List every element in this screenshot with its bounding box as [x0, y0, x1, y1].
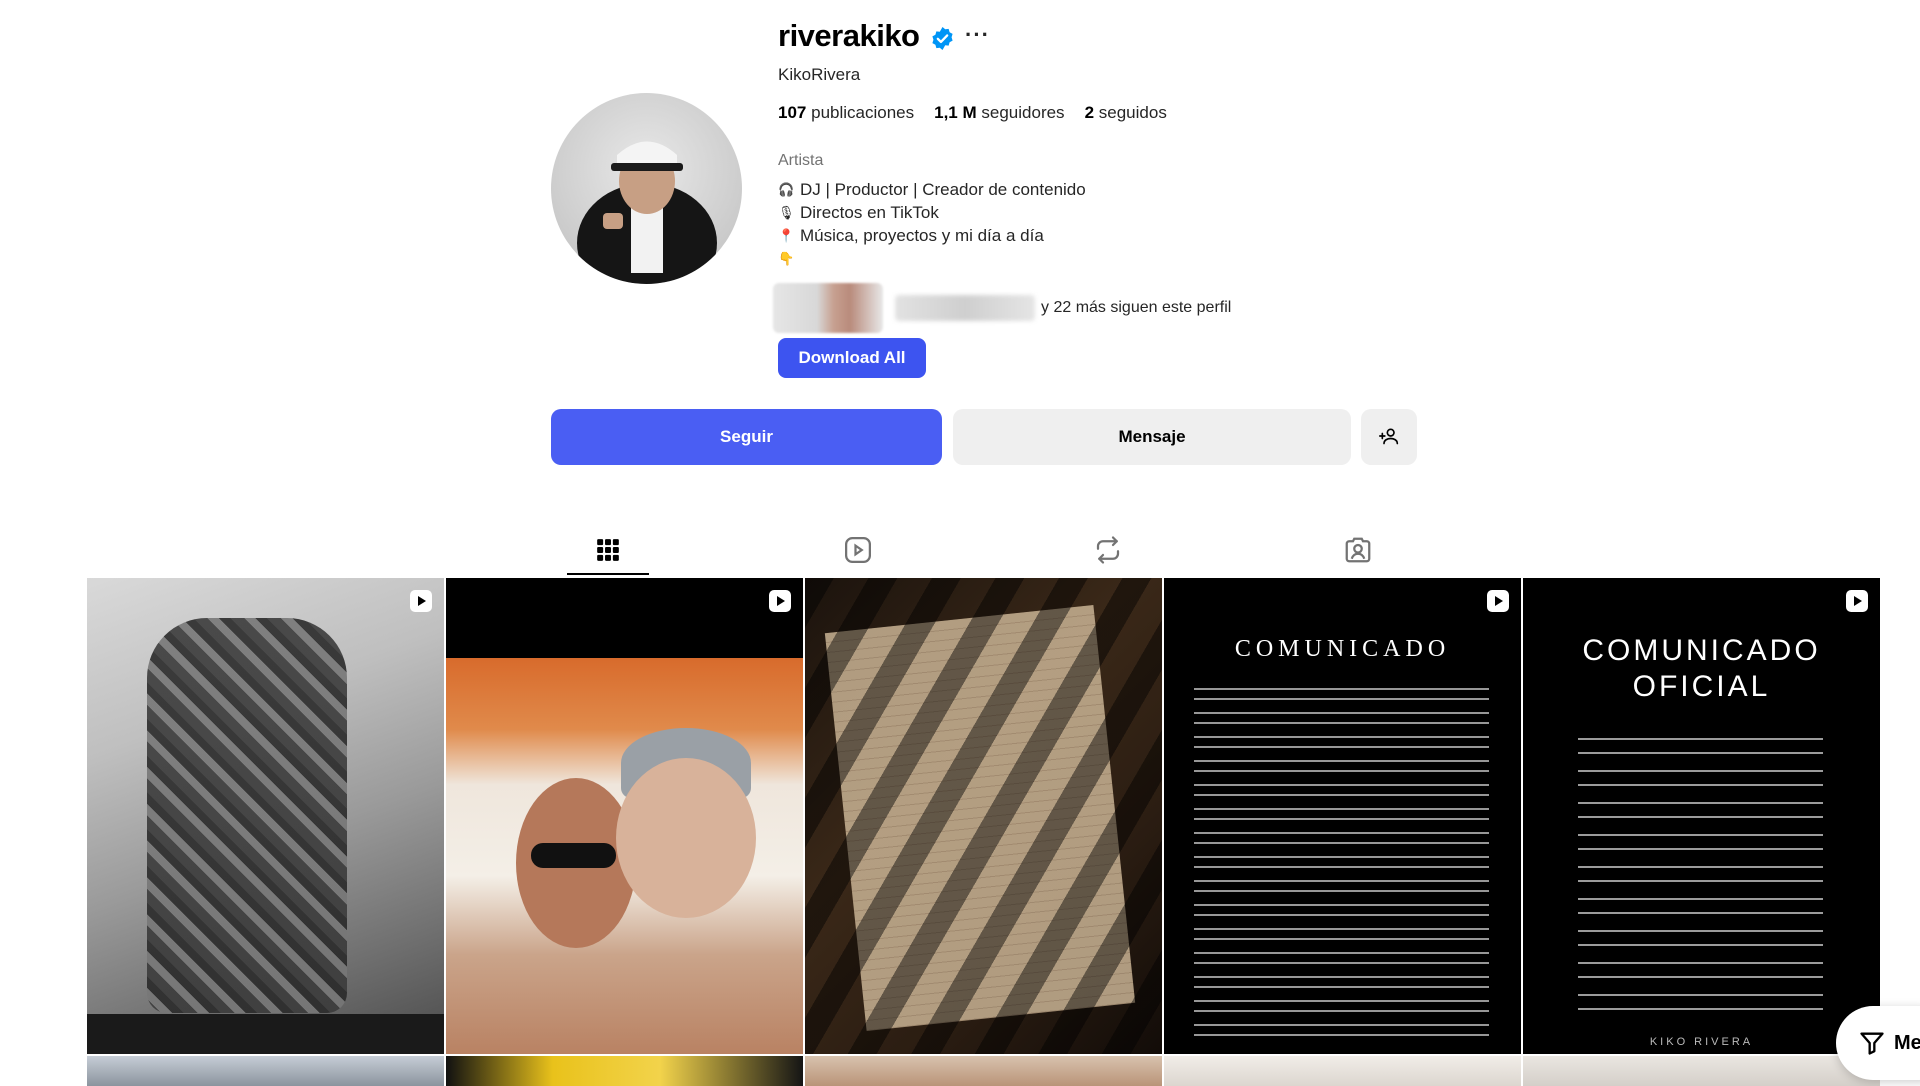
post-tile[interactable]: [1164, 1056, 1521, 1086]
bio-line: 🎙 Directos en TikTok: [778, 203, 939, 222]
profile-avatar[interactable]: [551, 93, 742, 284]
post-signature: KIKO RIVERA: [1649, 1036, 1754, 1048]
follower-names-blurred: [895, 295, 1035, 321]
reel-icon: [769, 590, 791, 612]
post-text-lines: [1578, 738, 1823, 1018]
profile-stats: 107 publicaciones 1,1 M seguidores 2 seg…: [778, 103, 1167, 123]
profile-category: Artista: [778, 152, 824, 169]
bio-line: 📍 Música, proyectos y mi día a día: [778, 226, 1044, 245]
post-title-line: COMUNICADO: [1582, 634, 1821, 667]
stat-posts[interactable]: 107 publicaciones: [778, 103, 914, 123]
tab-reels[interactable]: [733, 525, 983, 575]
suggest-user-button[interactable]: [1361, 409, 1417, 465]
tagged-icon: [1345, 537, 1371, 563]
stat-followers[interactable]: 1,1 M seguidores: [934, 103, 1064, 123]
post-text-lines: [1194, 688, 1489, 1038]
post-tile[interactable]: [446, 1056, 803, 1086]
post-image-person: [616, 758, 756, 918]
active-tab-indicator: [567, 573, 649, 575]
follower-avatars-blurred: [773, 283, 883, 333]
bio-line: 👇: [778, 247, 1086, 270]
reel-icon: [1487, 590, 1509, 612]
follow-button[interactable]: Seguir: [551, 409, 942, 465]
post-title: COMUNICADO: [1234, 636, 1451, 662]
followed-by-row[interactable]: y 22 más siguen este perfil: [773, 283, 1231, 333]
post-image-floor: [87, 1014, 444, 1054]
pin-icon: 📍: [778, 228, 795, 243]
post-tile[interactable]: [87, 578, 444, 1054]
profile-full-name: KikoRivera: [778, 65, 861, 84]
floating-filter-label: Me: [1894, 1031, 1920, 1054]
reel-icon: [410, 590, 432, 612]
post-title: COMUNICADO OFICIAL: [1523, 633, 1880, 705]
tab-tagged[interactable]: [1233, 525, 1483, 575]
bio-line: 🎧 DJ | Productor | Creador de contenido: [778, 180, 1086, 199]
post-tile[interactable]: [87, 1056, 444, 1086]
message-button[interactable]: Mensaje: [953, 409, 1351, 465]
add-user-icon: [1379, 428, 1399, 444]
stat-following[interactable]: 2 seguidos: [1085, 103, 1167, 123]
reel-icon: [1846, 590, 1868, 612]
microphone-icon: 🎙: [778, 205, 795, 220]
headphones-icon: 🎧: [778, 182, 795, 197]
floating-filter-button[interactable]: Me: [1836, 1006, 1920, 1080]
posts-grid: COMUNICADO COMUNICADO OFICIAL KIKO RIVER…: [87, 578, 1880, 1086]
download-all-button[interactable]: Download All: [778, 338, 926, 378]
post-tile[interactable]: [805, 1056, 1162, 1086]
reels-icon: [845, 537, 871, 563]
post-image: [147, 618, 347, 1013]
filter-icon: [1860, 1032, 1884, 1055]
tab-reposts[interactable]: [983, 525, 1233, 575]
post-tile[interactable]: [805, 578, 1162, 1054]
post-title-line: OFICIAL: [1632, 670, 1771, 703]
post-tile[interactable]: COMUNICADO: [1164, 578, 1521, 1054]
grid-icon: [597, 539, 619, 561]
post-tile[interactable]: [446, 578, 803, 1054]
post-tile[interactable]: COMUNICADO OFICIAL KIKO RIVERA: [1523, 578, 1880, 1054]
more-options-icon[interactable]: ···: [965, 22, 990, 48]
post-image-shadow: [805, 578, 1162, 1054]
post-tile[interactable]: [1523, 1056, 1880, 1086]
followed-by-text: y 22 más siguen este perfil: [1041, 299, 1232, 316]
pointing-down-icon: 👇: [778, 251, 795, 266]
post-image-sunglasses: [531, 843, 616, 868]
reposts-icon: [1096, 536, 1120, 564]
profile-bio: 🎧 DJ | Productor | Creador de contenido …: [778, 178, 1086, 270]
profile-username: riverakiko: [778, 18, 920, 53]
verified-badge-icon: [932, 27, 953, 50]
tab-posts[interactable]: [483, 525, 733, 575]
